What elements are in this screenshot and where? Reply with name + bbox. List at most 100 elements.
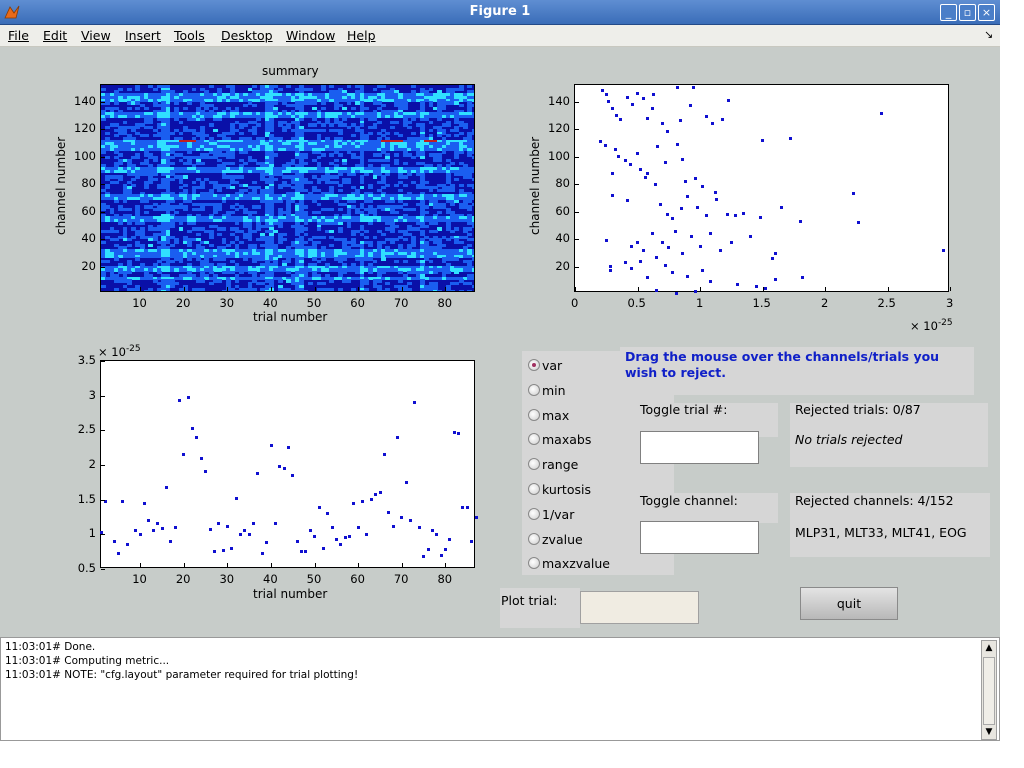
scatter-point [651,106,654,110]
toggle-channel-input[interactable] [640,521,759,554]
scatter-point [701,185,704,189]
menu-edit[interactable]: Edit [43,28,67,43]
scatter-point [733,214,737,218]
menu-help[interactable]: Help [347,28,376,43]
maximize-button[interactable]: ▫ [959,4,976,21]
heatmap-cell [338,189,343,193]
scatter-point [852,192,856,196]
heatmap-cell [165,290,171,291]
scatter-point [212,550,216,554]
heatmap-cell [363,106,369,111]
scatter-point [435,532,439,536]
radio-icon[interactable] [528,507,540,520]
heatmap-cell [320,257,326,261]
scroll-up-icon[interactable]: ▲ [982,641,996,655]
console-log[interactable]: 11:03:01# Done. 11:03:01# Computing metr… [0,637,1000,741]
scatter-point [334,537,338,541]
heatmap-cell [372,175,378,179]
scatter-point [611,106,614,110]
heatmap-ylabel: channel number [54,136,68,235]
scrollbar-thumb[interactable] [983,657,995,725]
heatmap-cell [182,183,188,187]
scatter-point [711,122,714,126]
metric-option-label: kurtosis [542,482,591,497]
menu-view[interactable]: View [81,28,111,43]
scatter-point [356,525,360,529]
scroll-down-icon[interactable]: ▼ [982,725,996,739]
heatmap-cell [407,120,412,124]
radio-icon[interactable] [528,532,540,545]
scatter-point [143,501,147,505]
trial-scatter-ytick [101,430,105,432]
heatmap-cell [329,208,335,212]
window-titlebar[interactable]: Figure 1 _ ▫ × [0,0,1000,25]
scatter-point [727,98,731,102]
channel-scatter-ytick [575,101,579,103]
trial-scatter-axes[interactable] [99,360,478,570]
quit-button[interactable]: quit [800,587,898,620]
heatmap-cell [126,87,132,91]
heatmap-cell [471,150,474,154]
scatter-point [291,473,295,477]
heatmap-cell [126,221,132,226]
scatter-point [247,532,251,536]
minimize-button[interactable]: _ [940,4,957,21]
scatter-point [686,195,689,199]
trial-scatter-ytick-label: 1.5 [77,491,96,506]
dock-icon[interactable]: ↘ [984,28,993,41]
heatmap-cell [394,210,399,215]
console-scrollbar[interactable]: ▲ ▼ [981,640,997,740]
heatmap-cell [208,235,214,239]
menu-file[interactable]: File [8,28,29,43]
heatmap-cell [428,260,434,264]
heatmap-cell [389,199,395,204]
channel-scatter-ytick-label: 140 [548,93,570,108]
heatmap-cell [359,290,365,291]
scatter-point [195,435,199,439]
heatmap-cell [471,156,474,160]
heatmap-cell [351,172,356,176]
heatmap-cell [187,101,192,105]
heatmap-axes[interactable] [100,84,475,292]
channel-scatter-axes[interactable] [574,84,951,295]
heatmap-cell [351,106,356,111]
heatmap-cell [126,271,132,275]
radio-icon[interactable] [528,359,540,371]
radio-icon[interactable] [528,383,540,396]
toggle-trial-input[interactable] [640,431,759,464]
heatmap-cell [432,230,438,234]
heatmap-cell [251,260,257,264]
heatmap-ytick-label: 100 [74,148,96,163]
menu-desktop[interactable]: Desktop [221,28,273,43]
scatter-point [651,232,654,236]
heatmap-cell [135,106,141,111]
channel-scatter-ytick-label: 100 [548,148,570,163]
heatmap-cell [368,199,374,204]
heatmap-title: summary [262,64,319,78]
scatter-point [673,229,677,233]
heatmap-cell [312,123,317,127]
plot-trial-input[interactable] [580,591,699,624]
heatmap-cell [122,199,128,204]
heatmap-cell [445,271,451,275]
heatmap-cell [320,106,326,111]
menu-insert[interactable]: Insert [125,28,161,43]
radio-icon[interactable] [528,408,540,421]
heatmap-cell [402,175,408,179]
heatmap-cell [221,227,227,231]
close-button[interactable]: × [978,4,995,21]
heatmap-cell [394,260,399,264]
radio-icon[interactable] [528,483,540,495]
heatmap-cell [458,183,464,187]
heatmap-cell [428,189,434,193]
menu-window[interactable]: Window [286,28,335,43]
metric-option-label: max [542,407,570,423]
scatter-point [598,139,602,143]
heatmap-cell [118,161,124,165]
scatter-point [260,552,264,556]
heatmap-cell [234,208,240,212]
menu-tools[interactable]: Tools [174,28,205,43]
heatmap-cell [467,85,473,89]
scatter-point [173,525,177,529]
heatmap-xtick [271,287,273,291]
